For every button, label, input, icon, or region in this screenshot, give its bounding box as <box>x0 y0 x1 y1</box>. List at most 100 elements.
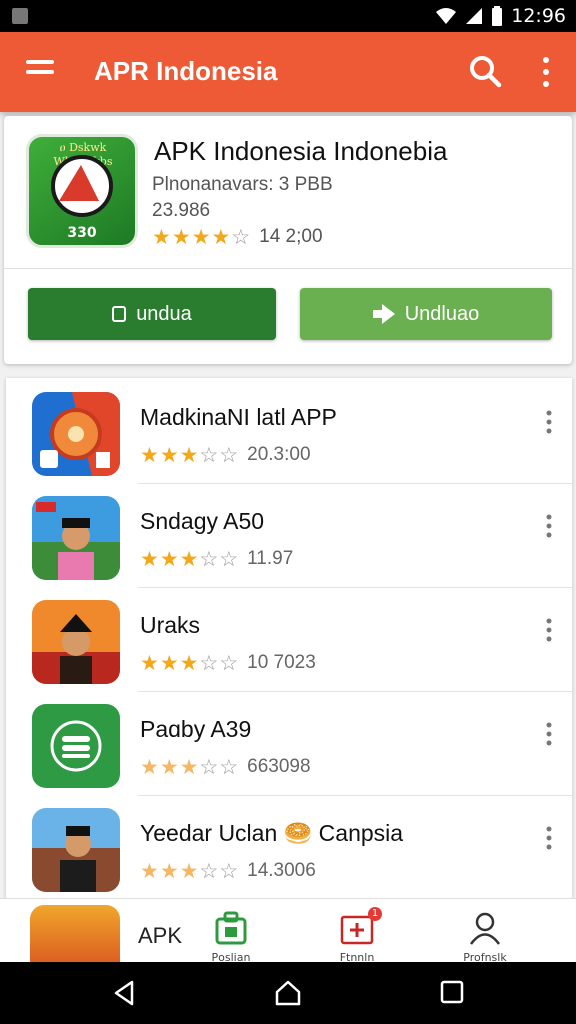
star-empty-icon: ☆ <box>199 755 219 779</box>
item-menu-icon[interactable] <box>544 514 554 538</box>
rating-text: 14.3006 <box>247 860 316 881</box>
rating-text: 14 2;00 <box>259 226 323 247</box>
wifi-icon <box>436 8 457 24</box>
star-rating: ★ ★ ★ ☆ ☆ <box>140 445 239 466</box>
app-title: MadkinaNI latl APP <box>140 404 337 430</box>
star-rating: ★ ★ ★ ☆ ☆ <box>140 757 239 778</box>
star-empty-icon: ☆ <box>219 651 239 675</box>
square-icon <box>112 306 127 322</box>
featured-app-card: ዐ Dskwk Wbwarkbs 330 APK Indonesia Indon… <box>4 116 572 364</box>
list-item[interactable]: Uraks ★ ★ ★ ☆ ☆ 10 7023 <box>6 588 572 692</box>
battery-icon <box>492 6 503 26</box>
rating-text: 10 7023 <box>247 652 316 673</box>
recent-apps-icon[interactable] <box>440 980 464 1004</box>
list-item[interactable]: MadkinaNI latl APP ★ ★ ★ ☆ ☆ 20.3:00 <box>6 380 572 484</box>
notification-icon <box>12 8 28 24</box>
profile-icon <box>469 912 501 945</box>
app-title: Yeedar Uclan 🥯 Canpsia <box>140 820 404 846</box>
list-item[interactable]: Yeedar Uclan 🥯 Canpsia ★ ★ ★ ☆ ☆ 14.3006 <box>6 796 572 898</box>
install-button-label: Undluao <box>404 302 480 325</box>
featured-app-name[interactable]: APK Indonesia Indonebia <box>154 136 447 167</box>
overflow-menu-icon[interactable] <box>540 56 552 88</box>
star-filled-icon: ★ <box>140 443 159 467</box>
star-filled-icon: ★ <box>159 651 179 675</box>
app-title: APK <box>138 923 183 948</box>
app-thumbnail <box>32 496 120 580</box>
download-button[interactable]: undua <box>28 288 276 340</box>
app-thumbnail <box>32 600 120 684</box>
download-button-label: undua <box>136 302 192 325</box>
app-thumbnail <box>32 808 120 892</box>
app-rating: ★ ★ ★ ☆ ☆ 11.97 <box>140 548 293 570</box>
app-title: Paɑby A39 <box>140 716 252 742</box>
star-rating: ★ ★ ★ ☆ ☆ <box>140 549 239 570</box>
featured-app-rating: ★ ★ ★ ★ ☆ 14 2;00 <box>152 226 323 248</box>
star-filled-icon: ★ <box>179 859 199 883</box>
nav-item-updates[interactable]: 1 Ftnnln <box>312 907 402 963</box>
star-rating: ★ ★ ★ ★ ☆ <box>152 227 251 248</box>
system-navigation-bar <box>0 962 576 1024</box>
star-filled-icon: ★ <box>159 755 179 779</box>
star-empty-icon: ☆ <box>219 859 239 883</box>
status-time: 12:96 <box>511 5 566 27</box>
app-title: APR Indonesia <box>94 56 278 86</box>
star-empty-icon: ☆ <box>199 547 219 571</box>
star-filled-icon: ★ <box>140 859 159 883</box>
app-thumbnail <box>32 392 120 476</box>
list-item[interactable]: Paɑby A39 ★ ★ ★ ☆ ☆ 663098 <box>6 692 572 796</box>
item-menu-icon[interactable] <box>544 618 554 642</box>
item-menu-icon[interactable] <box>544 826 554 850</box>
status-bar: 12:96 <box>0 0 576 32</box>
item-menu-icon[interactable] <box>544 410 554 434</box>
app-thumbnail <box>30 905 120 963</box>
app-rating: ★ ★ ★ ☆ ☆ 663098 <box>140 756 311 778</box>
signal-icon <box>466 8 483 24</box>
star-filled-icon: ★ <box>179 443 199 467</box>
notification-badge: 1 <box>368 907 382 921</box>
icon-number: 330 <box>67 225 97 241</box>
app-rating: ★ ★ ★ ☆ ☆ 20.3:00 <box>140 444 311 466</box>
star-empty-icon: ☆ <box>199 651 219 675</box>
star-filled-icon: ★ <box>140 651 159 675</box>
bottom-navigation: APK Рoslian 1 Ftnnln Profnslk <box>0 898 576 963</box>
star-filled-icon: ★ <box>191 225 211 249</box>
star-empty-icon: ☆ <box>199 443 219 467</box>
star-filled-icon: ★ <box>159 547 179 571</box>
bag-icon <box>215 911 247 945</box>
star-empty-icon: ☆ <box>231 225 251 249</box>
star-rating: ★ ★ ★ ☆ ☆ <box>140 653 239 674</box>
featured-app-icon[interactable]: ዐ Dskwk Wbwarkbs 330 <box>26 134 138 248</box>
nav-item-profile[interactable]: Profnslk <box>440 911 530 963</box>
star-filled-icon: ★ <box>171 225 191 249</box>
featured-app-size: 23.986 <box>152 200 211 221</box>
app-title: Uraks <box>140 612 201 638</box>
star-filled-icon: ★ <box>159 443 179 467</box>
app-thumbnail <box>32 704 120 788</box>
star-filled-icon: ★ <box>140 755 159 779</box>
app-rating: ★ ★ ★ ☆ ☆ 10 7023 <box>140 652 316 674</box>
star-filled-icon: ★ <box>179 651 199 675</box>
app-bar: APR Indonesia <box>0 32 576 112</box>
menu-icon[interactable] <box>26 60 58 84</box>
rating-text: 20.3:00 <box>247 444 311 465</box>
app-title: Sndagy A50 <box>140 508 265 534</box>
star-filled-icon: ★ <box>211 225 231 249</box>
item-menu-icon[interactable] <box>544 722 554 746</box>
star-filled-icon: ★ <box>140 547 159 571</box>
back-icon[interactable] <box>112 980 136 1006</box>
star-filled-icon: ★ <box>179 755 199 779</box>
nav-item-home[interactable]: Рoslian <box>186 911 276 963</box>
star-filled-icon: ★ <box>159 859 179 883</box>
star-empty-icon: ☆ <box>219 443 239 467</box>
star-rating: ★ ★ ★ ☆ ☆ <box>140 861 239 882</box>
list-item[interactable]: Sndagy A50 ★ ★ ★ ☆ ☆ 11.97 <box>6 484 572 588</box>
install-button[interactable]: Undluao <box>300 288 552 340</box>
arrow-right-icon <box>372 304 395 324</box>
home-icon[interactable] <box>274 980 302 1006</box>
star-empty-icon: ☆ <box>219 547 239 571</box>
search-icon[interactable] <box>468 54 502 88</box>
star-empty-icon: ☆ <box>219 755 239 779</box>
star-filled-icon: ★ <box>152 225 171 249</box>
rating-text: 663098 <box>247 756 311 777</box>
star-empty-icon: ☆ <box>199 859 219 883</box>
